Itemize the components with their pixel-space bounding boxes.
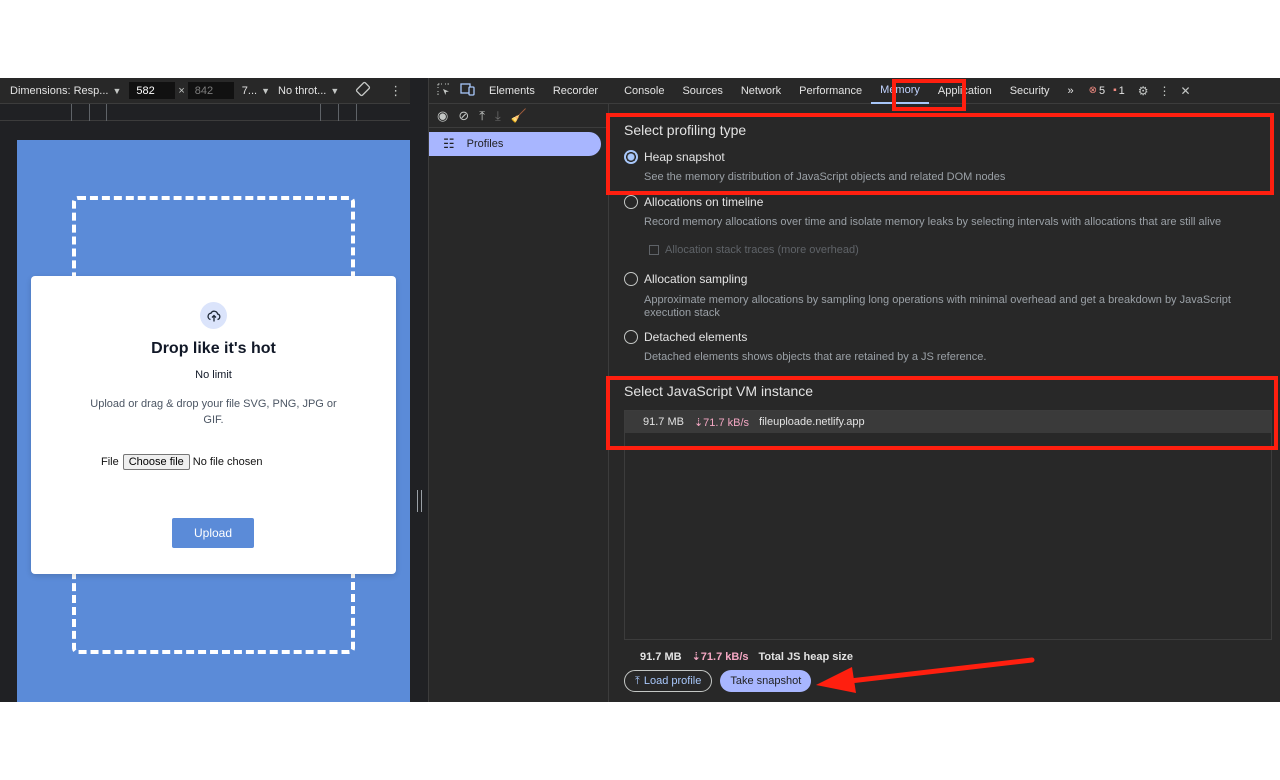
record-icon[interactable]: ◉ <box>437 108 448 124</box>
error-count[interactable]: 5 <box>1099 85 1105 97</box>
times-sign: × <box>178 84 185 97</box>
tab-recorder[interactable]: Recorder <box>544 78 607 104</box>
sidebar-item-profiles[interactable]: ☷ Profiles <box>429 132 601 156</box>
tab-security[interactable]: Security <box>1001 78 1059 104</box>
choose-file-button[interactable]: Choose file <box>122 454 190 470</box>
rotate-icon[interactable] <box>355 81 371 100</box>
upload-icon[interactable]: ⤒ <box>479 108 485 124</box>
heap-speed: ⇣71.7 kB/s <box>691 651 749 663</box>
media-query-ruler <box>0 104 428 121</box>
memory-actions: ⤒ Load profile Take snapshot <box>624 670 812 692</box>
memory-toolbar: ◉ ⊘ ⤒ ⤓ 🧹 <box>429 104 608 128</box>
no-file-text: No file chosen <box>192 456 263 468</box>
option-label: Allocation sampling <box>644 272 748 286</box>
radio-icon[interactable] <box>624 272 638 286</box>
more-tabs-icon[interactable]: » <box>1058 78 1082 104</box>
radio-icon[interactable] <box>624 195 638 209</box>
option-description: Detached elements shows objects that are… <box>644 351 987 363</box>
upload-limit: No limit <box>195 369 232 381</box>
option-allocations-timeline[interactable]: Allocations on timeline <box>624 195 763 209</box>
dimensions-dropdown[interactable]: Dimensions: Resp... <box>10 85 108 97</box>
upload-card: Drop like it's hot No limit Upload or dr… <box>31 276 396 574</box>
gear-icon[interactable]: ⚙ <box>1133 84 1154 98</box>
height-input[interactable]: 842 <box>187 82 234 99</box>
memory-content: Select profiling type Heap snapshot See … <box>609 104 1280 702</box>
devtools-panel: Elements Recorder Console Sources Networ… <box>428 78 1280 702</box>
stack-traces-checkbox-row: Allocation stack traces (more overhead) <box>649 244 859 256</box>
garbage-collect-icon[interactable]: 🧹 <box>511 108 527 124</box>
load-profile-button[interactable]: ⤒ Load profile <box>624 670 713 692</box>
throttle-dropdown[interactable]: No throt... <box>278 85 326 97</box>
option-description: Approximate memory allocations by sampli… <box>644 294 1231 319</box>
file-input-row: File Choose file No file chosen <box>101 454 263 470</box>
device-toggle-icon[interactable] <box>455 82 480 99</box>
download-icon[interactable]: ⤓ <box>495 108 501 124</box>
heap-size: 91.7 MB <box>640 650 682 663</box>
split-handle[interactable] <box>410 78 428 702</box>
profiling-type-title: Select profiling type <box>624 122 747 138</box>
tab-memory[interactable]: Memory <box>871 78 929 104</box>
vm-instance-list: 91.7 MB ⇣71.7 kB/s fileuploade.netlify.a… <box>624 410 1272 640</box>
option-description: Record memory allocations over time and … <box>644 216 1222 228</box>
sliders-icon: ☷ <box>443 136 455 151</box>
clear-icon[interactable]: ⊘ <box>458 108 469 124</box>
option-allocation-sampling[interactable]: Allocation sampling <box>624 272 747 286</box>
upload-icon: ⤒ <box>635 674 640 687</box>
issues-icon[interactable]: ▪ <box>1113 85 1117 96</box>
upload-description: Upload or drag & drop your file SVG, PNG… <box>90 398 337 426</box>
tab-sources[interactable]: Sources <box>673 78 731 104</box>
inspect-element-icon[interactable] <box>429 83 455 99</box>
device-emulation-pane: Dimensions: Resp... ▼ 582 × 842 7... ▼ N… <box>0 78 428 702</box>
vm-size: 91.7 MB <box>643 416 684 428</box>
option-label: Allocations on timeline <box>644 195 764 209</box>
sidebar-item-label: Profiles <box>466 138 504 150</box>
file-label: File <box>101 456 119 468</box>
screenshot-stage: Dimensions: Resp... ▼ 582 × 842 7... ▼ N… <box>0 0 1280 780</box>
vm-instance-row[interactable]: 91.7 MB ⇣71.7 kB/s fileuploade.netlify.a… <box>625 411 1271 433</box>
option-detached-elements[interactable]: Detached elements <box>624 330 747 344</box>
vm-host: fileuploade.netlify.app <box>759 416 865 428</box>
tab-elements[interactable]: Elements <box>480 78 544 104</box>
chevron-down-icon[interactable]: ▼ <box>261 86 270 96</box>
tab-network[interactable]: Network <box>732 78 790 104</box>
upload-button[interactable]: Upload <box>172 518 254 548</box>
option-description: See the memory distribution of JavaScrip… <box>644 171 1006 183</box>
kebab-menu-icon[interactable]: ⋮ <box>1154 84 1176 98</box>
upload-title: Drop like it's hot <box>151 340 276 357</box>
radio-icon[interactable] <box>624 330 638 344</box>
device-toolbar: Dimensions: Resp... ▼ 582 × 842 7... ▼ N… <box>0 78 428 104</box>
chevron-down-icon[interactable]: ▼ <box>330 86 339 96</box>
tab-performance[interactable]: Performance <box>790 78 871 104</box>
checkbox-icon <box>649 245 659 255</box>
upload-cloud-icon <box>200 302 227 329</box>
option-label: Heap snapshot <box>644 150 725 164</box>
tab-console[interactable]: Console <box>615 78 673 104</box>
tab-application[interactable]: Application <box>929 78 1001 104</box>
more-options-icon[interactable]: ⋮ <box>389 83 402 99</box>
issues-count[interactable]: 1 <box>1119 85 1125 97</box>
option-heap-snapshot[interactable]: Heap snapshot <box>624 150 725 164</box>
take-snapshot-button[interactable]: Take snapshot <box>720 670 812 692</box>
annotation-arrow-icon <box>816 657 1035 693</box>
memory-sidebar: ◉ ⊘ ⤒ ⤓ 🧹 ☷ Profiles <box>429 104 609 702</box>
close-icon[interactable]: ✕ <box>1176 84 1196 98</box>
chevron-down-icon[interactable]: ▼ <box>112 86 121 96</box>
option-label: Detached elements <box>644 330 748 344</box>
radio-checked-icon[interactable] <box>624 150 638 164</box>
width-input[interactable]: 582 <box>129 82 176 99</box>
zoom-dropdown[interactable]: 7... <box>242 85 257 97</box>
load-profile-label: Load profile <box>643 675 702 687</box>
vm-speed: ⇣71.7 kB/s <box>693 416 750 429</box>
emulated-page-viewport: Drop like it's hot No limit Upload or dr… <box>17 140 410 702</box>
resize-grip-icon[interactable] <box>417 490 422 512</box>
vm-instance-title: Select JavaScript VM instance <box>624 383 814 399</box>
checkbox-label: Allocation stack traces (more overhead) <box>665 244 859 256</box>
devtools-tabbar: Elements Recorder Console Sources Networ… <box>429 78 1280 104</box>
error-icon[interactable]: ⊗ <box>1089 85 1097 96</box>
